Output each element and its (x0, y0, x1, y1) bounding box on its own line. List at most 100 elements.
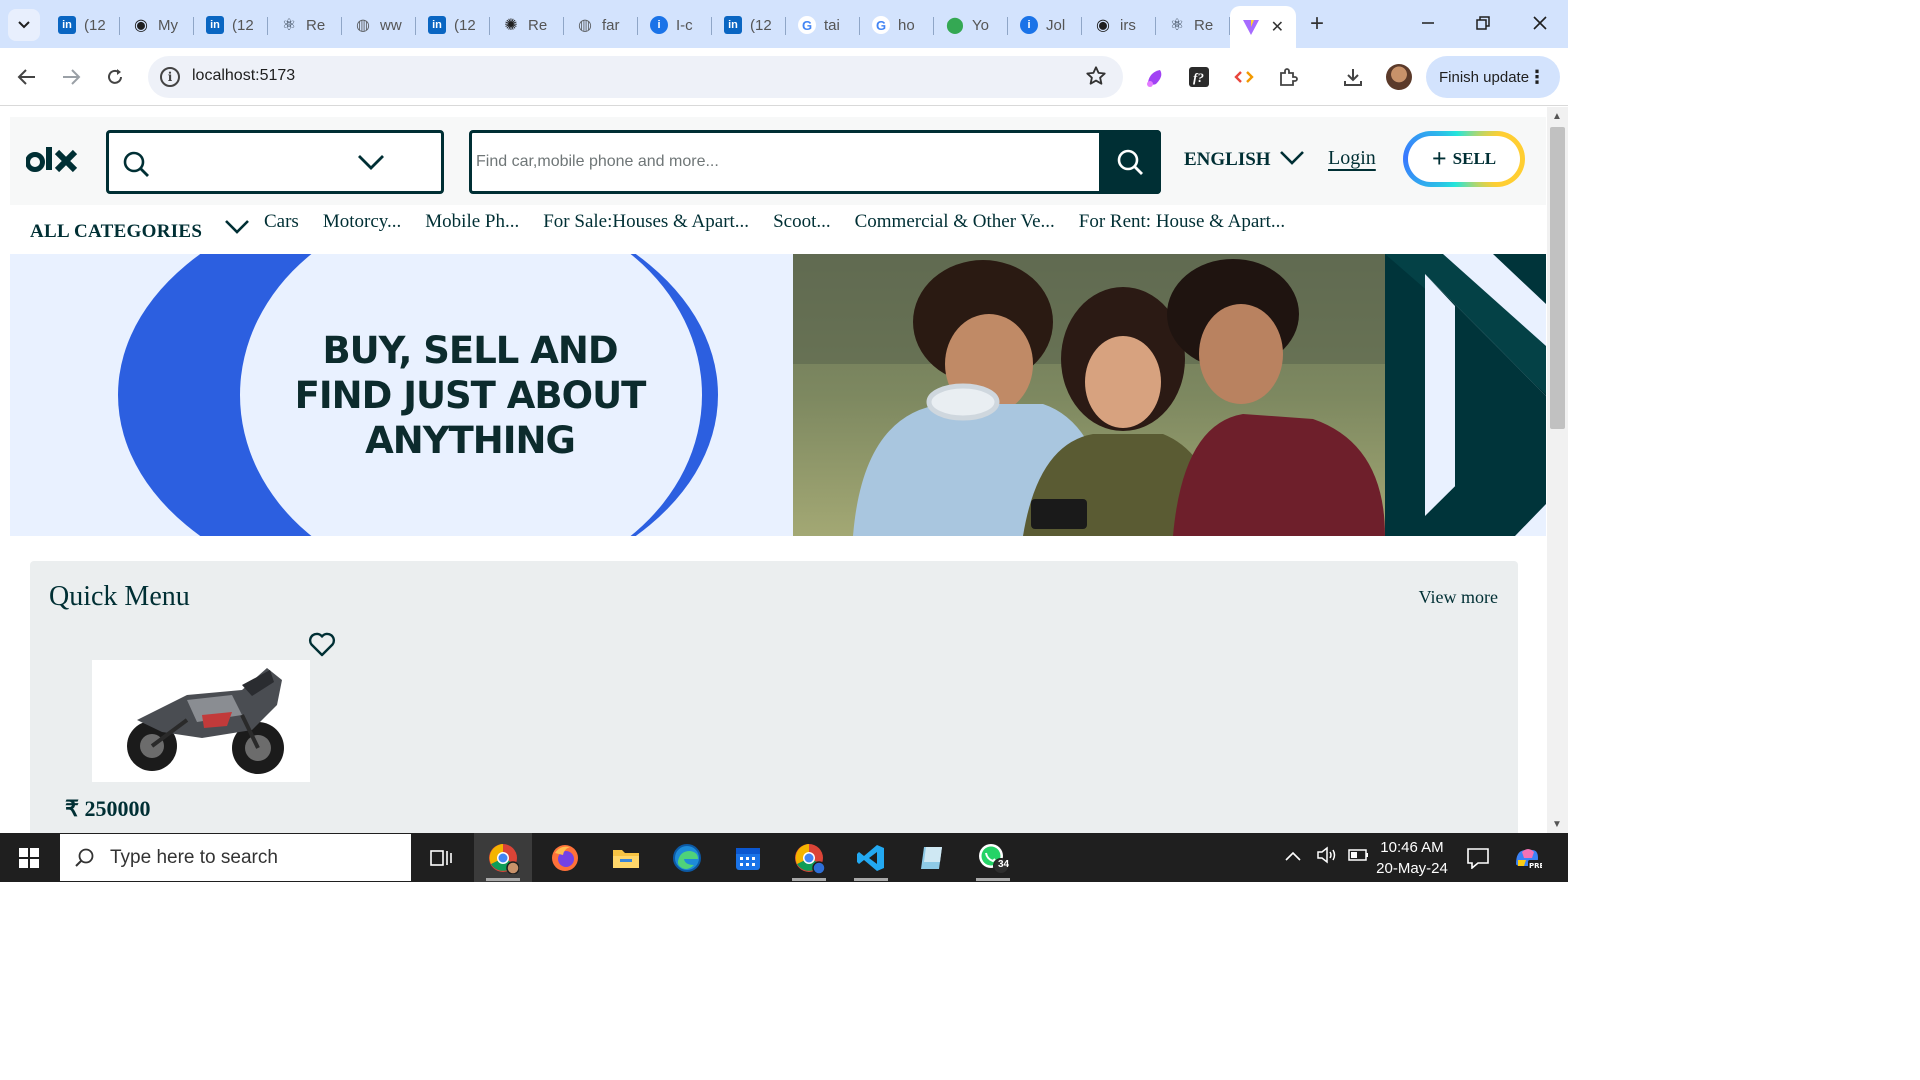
tab-title: Re (528, 16, 548, 34)
browser-tab-active[interactable]: ✕ (1230, 6, 1296, 48)
browser-tab[interactable]: ◉ irs (1082, 6, 1156, 44)
chevron-down-icon[interactable] (224, 217, 250, 240)
browser-tab-strip: in (12 ◉ My in (12 ⚛ Re ◍ ww in (12 ✺ Re ◍ far i I-c in (12… (0, 0, 1568, 48)
url-text[interactable]: localhost:5173 (192, 67, 295, 85)
task-view-button[interactable] (412, 833, 470, 882)
more-menu-icon[interactable]: ⋮ (1528, 65, 1546, 89)
page-scrollbar[interactable]: ▲ ▼ (1547, 107, 1568, 833)
olx-logo[interactable] (25, 143, 80, 184)
tab-title: (12 (232, 16, 254, 34)
finish-update-button[interactable]: Finish update ⋮ (1426, 56, 1560, 98)
profile-avatar[interactable] (1386, 64, 1412, 90)
close-tab-icon[interactable]: ✕ (1271, 17, 1284, 37)
tab-title: tai (824, 16, 840, 34)
site-info-icon[interactable]: i (160, 67, 180, 87)
copilot-icon: PRE (1516, 848, 1542, 870)
quick-menu-title: Quick Menu (49, 581, 190, 612)
clock-time: 10:46 AM (1380, 839, 1444, 856)
category-link[interactable]: Scoot... (773, 211, 831, 233)
extensions-puzzle-icon[interactable] (1276, 65, 1300, 89)
edge-icon (673, 843, 701, 872)
taskbar-search-box[interactable]: Type here to search (60, 834, 411, 881)
battery-icon[interactable] (1348, 848, 1370, 867)
category-link[interactable]: Cars (264, 211, 299, 233)
login-link[interactable]: Login (1328, 147, 1376, 170)
product-card[interactable]: ₹ 250000 (50, 625, 340, 833)
copilot-button[interactable]: PRE (1512, 833, 1542, 882)
search-input[interactable] (476, 145, 1096, 179)
bookmark-star-icon[interactable] (1085, 65, 1107, 93)
scrollbar-thumb[interactable] (1550, 127, 1565, 429)
view-more-link[interactable]: View more (1419, 587, 1498, 608)
task-view-icon (430, 849, 452, 866)
taskbar-firefox[interactable] (536, 833, 594, 882)
minimize-button[interactable] (1415, 10, 1441, 36)
motorcycle-image[interactable] (92, 660, 310, 782)
browser-tab[interactable]: ◍ far (564, 6, 638, 44)
tab-title: My (158, 16, 178, 34)
browser-tab[interactable]: Gho (860, 6, 934, 44)
taskbar-edge[interactable] (658, 833, 716, 882)
speaker-icon[interactable] (1316, 846, 1338, 869)
browser-tab[interactable]: ⬤ Yo (934, 6, 1008, 44)
category-link[interactable]: Mobile Ph... (425, 211, 519, 233)
reload-button[interactable] (102, 64, 128, 90)
taskbar-chrome-second[interactable] (780, 833, 838, 882)
category-link[interactable]: For Rent: House & Apart... (1079, 211, 1285, 233)
scroll-down-icon[interactable]: ▼ (1552, 819, 1562, 830)
address-bar[interactable]: i localhost:5173 (148, 56, 1123, 98)
category-link[interactable]: For Sale:Houses & Apart... (543, 211, 749, 233)
browser-tab[interactable]: ⚛ Re (1156, 6, 1230, 44)
chevron-up-icon[interactable] (1284, 849, 1302, 867)
browser-tab[interactable]: ✺ Re (490, 6, 564, 44)
back-button[interactable] (14, 64, 40, 90)
notification-button[interactable] (1466, 833, 1490, 882)
location-selector[interactable] (106, 130, 444, 194)
browser-tab[interactable]: in (12 (712, 6, 786, 44)
heart-icon[interactable] (308, 631, 336, 662)
restore-button[interactable] (1470, 10, 1496, 36)
tab-title: Re (306, 16, 326, 34)
browser-tab[interactable]: ◍ ww (342, 6, 416, 44)
chrome-icon (795, 843, 825, 874)
tab-search-button[interactable] (8, 9, 40, 41)
taskbar-whatsapp[interactable]: 34 (964, 833, 1022, 882)
category-links: Cars Motorcy... Mobile Ph... For Sale:House… (264, 211, 1309, 233)
sell-button[interactable]: + SELL (1403, 131, 1525, 187)
forward-button[interactable] (58, 64, 84, 90)
browser-tab[interactable]: i Jol (1008, 6, 1082, 44)
extension-code-icon[interactable] (1232, 65, 1256, 89)
search-button[interactable] (1099, 130, 1161, 194)
firefox-icon (552, 844, 578, 871)
all-categories-label[interactable]: ALL CATEGORIES (30, 221, 202, 243)
browser-tab[interactable]: i I-c (638, 6, 712, 44)
vite-icon (1242, 18, 1260, 36)
browser-tab[interactable]: Gtai (786, 6, 860, 44)
tab-title: far (602, 16, 620, 34)
browser-tab[interactable]: in (12 (46, 6, 120, 44)
category-link[interactable]: Commercial & Other Ve... (855, 211, 1055, 233)
chevron-down-icon[interactable] (357, 153, 385, 176)
browser-tab[interactable]: in (12 (194, 6, 268, 44)
new-tab-button[interactable]: + (1305, 12, 1329, 36)
windows-logo-icon (19, 847, 39, 868)
close-window-button[interactable] (1527, 10, 1553, 36)
scroll-up-icon[interactable]: ▲ (1552, 111, 1562, 122)
downloads-icon[interactable] (1341, 65, 1365, 89)
taskbar-clock[interactable]: 10:46 AM 20-May-24 (1370, 837, 1454, 879)
taskbar-chrome-profile[interactable] (474, 833, 532, 882)
browser-tab[interactable]: ⚛ Re (268, 6, 342, 44)
extension-paint-icon[interactable] (1143, 65, 1167, 89)
browser-tab[interactable]: ◉ My (120, 6, 194, 44)
taskbar-file-explorer[interactable] (597, 833, 655, 882)
browser-tab[interactable]: in (12 (416, 6, 490, 44)
taskbar-calendar[interactable] (719, 833, 777, 882)
language-selector[interactable]: ENGLISH (1184, 149, 1305, 171)
extension-fx-icon[interactable]: f? (1187, 65, 1211, 89)
taskbar-notes-app[interactable] (903, 833, 961, 882)
taskbar-vscode[interactable] (842, 833, 900, 882)
arrow-right-icon (63, 69, 81, 85)
start-button[interactable] (0, 833, 58, 882)
category-link[interactable]: Motorcy... (323, 211, 401, 233)
openai-icon: ✺ (504, 17, 518, 34)
